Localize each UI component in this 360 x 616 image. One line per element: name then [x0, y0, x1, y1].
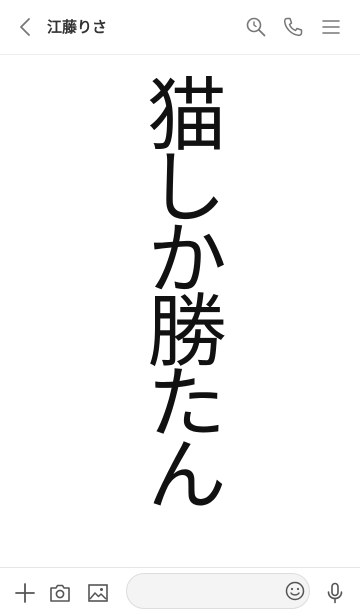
- microphone-icon: [323, 581, 347, 605]
- add-button[interactable]: [10, 578, 40, 608]
- chevron-left-icon: [16, 17, 36, 37]
- phone-icon: [282, 16, 304, 38]
- camera-icon: [48, 581, 72, 605]
- chat-background: 猫しか勝たん: [0, 55, 360, 567]
- message-input-field[interactable]: [126, 573, 310, 609]
- camera-button[interactable]: [45, 578, 75, 608]
- menu-button[interactable]: [317, 13, 345, 41]
- message-input[interactable]: [139, 580, 283, 604]
- chat-screen: 江藤りさ 猫しか勝たん: [0, 0, 360, 616]
- image-icon: [86, 581, 110, 605]
- plus-icon: [13, 581, 37, 605]
- call-button[interactable]: [279, 13, 307, 41]
- image-button[interactable]: [83, 578, 113, 608]
- voice-button[interactable]: [320, 578, 350, 608]
- emoji-icon: [284, 580, 306, 602]
- search-icon: [245, 16, 267, 38]
- chat-header: 江藤りさ: [0, 0, 360, 55]
- emoji-button[interactable]: [282, 578, 308, 604]
- back-button[interactable]: [12, 13, 40, 41]
- chat-title: 江藤りさ: [47, 18, 108, 36]
- background-message-text: 猫しか勝たん: [134, 73, 227, 505]
- menu-icon: [321, 17, 341, 37]
- search-button[interactable]: [242, 13, 270, 41]
- chat-input-bar: [0, 567, 360, 616]
